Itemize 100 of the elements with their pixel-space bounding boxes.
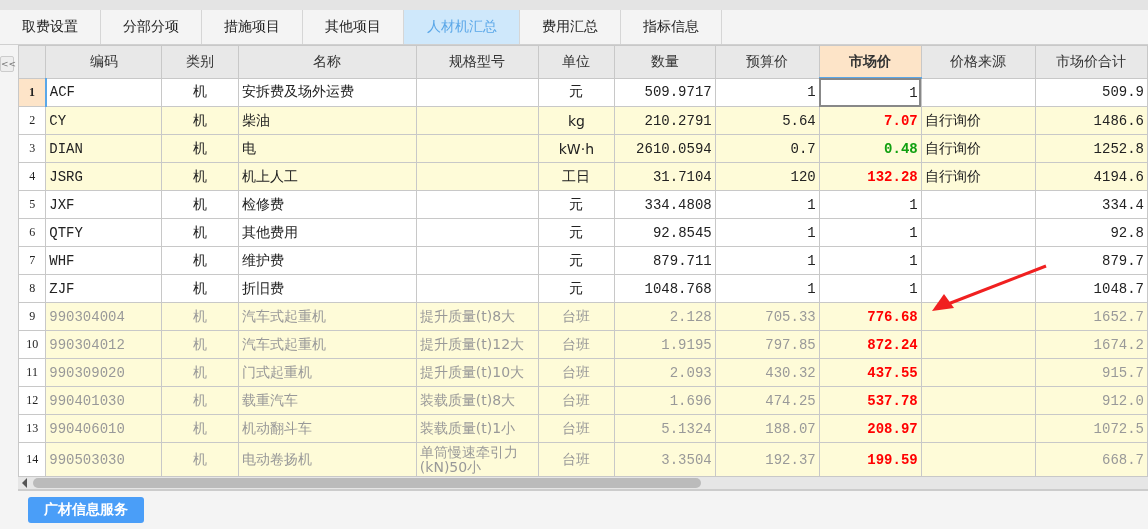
- table-cell: 机上人工: [238, 162, 417, 191]
- table-cell: 5.1324: [614, 414, 716, 443]
- table-cell: 990401030: [45, 386, 162, 415]
- table-cell: 台班: [538, 302, 615, 331]
- column-header[interactable]: 单位: [538, 45, 615, 78]
- table-cell: WHF: [45, 246, 162, 275]
- row-number[interactable]: 2: [18, 106, 46, 135]
- table-cell: 机: [161, 78, 239, 107]
- table-cell: 210.2791: [614, 106, 716, 135]
- row-number[interactable]: 10: [18, 330, 46, 359]
- table-cell: 台班: [538, 414, 615, 443]
- table-cell: 机: [161, 386, 239, 415]
- table-cell: 2610.0594: [614, 134, 716, 163]
- table-cell: 机: [161, 330, 239, 359]
- table-cell: 132.28: [819, 162, 922, 191]
- table-cell: 915.7: [1035, 358, 1148, 387]
- row-number[interactable]: 3: [18, 134, 46, 163]
- row-number[interactable]: 13: [18, 414, 46, 443]
- table-cell: 元: [538, 190, 615, 219]
- collapse-button[interactable]: <<: [0, 56, 14, 72]
- column-header[interactable]: 类别: [161, 45, 239, 78]
- column-header[interactable]: 规格型号: [416, 45, 539, 78]
- table-cell: 668.7: [1035, 442, 1148, 477]
- table-cell: 1252.8: [1035, 134, 1148, 163]
- table-cell: 机: [161, 274, 239, 303]
- table-cell: 437.55: [819, 358, 922, 387]
- table-cell: ACF: [45, 78, 162, 107]
- table-cell: 1072.5: [1035, 414, 1148, 443]
- table-cell: 检修费: [238, 190, 417, 219]
- column-header[interactable]: 市场价: [819, 45, 922, 78]
- row-number[interactable]: 11: [18, 358, 46, 387]
- table-cell: 机: [161, 218, 239, 247]
- table-cell: 879.7: [1035, 246, 1148, 275]
- table-cell: 1.9195: [614, 330, 716, 359]
- table-cell: 2.128: [614, 302, 716, 331]
- table-cell: 776.68: [819, 302, 922, 331]
- table-cell: 990406010: [45, 414, 162, 443]
- table-cell: 其他费用: [238, 218, 417, 247]
- table-cell: 1: [819, 246, 922, 275]
- row-number[interactable]: 8: [18, 274, 46, 303]
- table-cell: 1: [819, 218, 922, 247]
- table-cell: 5.64: [715, 106, 820, 135]
- table-cell: DIAN: [45, 134, 162, 163]
- table-cell: 机: [161, 358, 239, 387]
- table-cell: 台班: [538, 442, 615, 477]
- scrollbar-thumb[interactable]: [33, 478, 701, 488]
- column-header[interactable]: 预算价: [715, 45, 820, 78]
- table-cell: 维护费: [238, 246, 417, 275]
- column-header[interactable]: 价格来源: [921, 45, 1036, 78]
- table-cell: 188.07: [715, 414, 820, 443]
- table-cell: 199.59: [819, 442, 922, 477]
- table-cell: 机: [161, 190, 239, 219]
- scroll-left-icon[interactable]: [22, 478, 27, 488]
- table-cell: 1486.6: [1035, 106, 1148, 135]
- table-cell: 装载质量(t)1小: [416, 414, 539, 443]
- table-cell: 机: [161, 442, 239, 477]
- table-cell: 提升质量(t)8大: [416, 302, 539, 331]
- column-header[interactable]: 市场价合计: [1035, 45, 1148, 78]
- table-cell: 机: [161, 302, 239, 331]
- row-number[interactable]: 5: [18, 190, 46, 219]
- table-cell: 1048.7: [1035, 274, 1148, 303]
- table-cell: 4194.6: [1035, 162, 1148, 191]
- table-cell: 提升质量(t)12大: [416, 330, 539, 359]
- row-number[interactable]: 4: [18, 162, 46, 191]
- table-cell: 0.7: [715, 134, 820, 163]
- table-cell: 1.696: [614, 386, 716, 415]
- row-number[interactable]: 9: [18, 302, 46, 331]
- table-cell: 509.9: [1035, 78, 1148, 107]
- table-cell: 自行询价: [921, 162, 1036, 191]
- table-cell: 载重汽车: [238, 386, 417, 415]
- horizontal-scrollbar[interactable]: [18, 477, 1148, 491]
- table-cell: 装载质量(t)8大: [416, 386, 539, 415]
- table-cell: 电动卷扬机: [238, 442, 417, 477]
- table-cell: 机: [161, 134, 239, 163]
- table-cell: 31.7104: [614, 162, 716, 191]
- table-cell: 334.4: [1035, 190, 1148, 219]
- column-header[interactable]: 数量: [614, 45, 716, 78]
- table-cell: 537.78: [819, 386, 922, 415]
- table-cell: 安拆费及场外运费: [238, 78, 417, 107]
- table-cell: 474.25: [715, 386, 820, 415]
- table-cell: 门式起重机: [238, 358, 417, 387]
- table-cell: 台班: [538, 386, 615, 415]
- table-cell: 汽车式起重机: [238, 330, 417, 359]
- table-cell: 430.32: [715, 358, 820, 387]
- table-cell: 990309020: [45, 358, 162, 387]
- column-header[interactable]: 编码: [45, 45, 162, 78]
- row-number[interactable]: 12: [18, 386, 46, 415]
- table-cell: 0.48: [819, 134, 922, 163]
- row-number[interactable]: 7: [18, 246, 46, 275]
- table-cell: kW·h: [538, 134, 615, 163]
- table-cell: 2.093: [614, 358, 716, 387]
- row-number[interactable]: 14: [18, 442, 46, 477]
- table-cell: 1048.768: [614, 274, 716, 303]
- column-header[interactable]: 名称: [238, 45, 417, 78]
- table-cell: 92.8: [1035, 218, 1148, 247]
- row-number[interactable]: 1: [18, 78, 46, 107]
- table-cell: 990503030: [45, 442, 162, 477]
- row-number[interactable]: 6: [18, 218, 46, 247]
- table-cell: 509.9717: [614, 78, 716, 107]
- table-cell: 1674.2: [1035, 330, 1148, 359]
